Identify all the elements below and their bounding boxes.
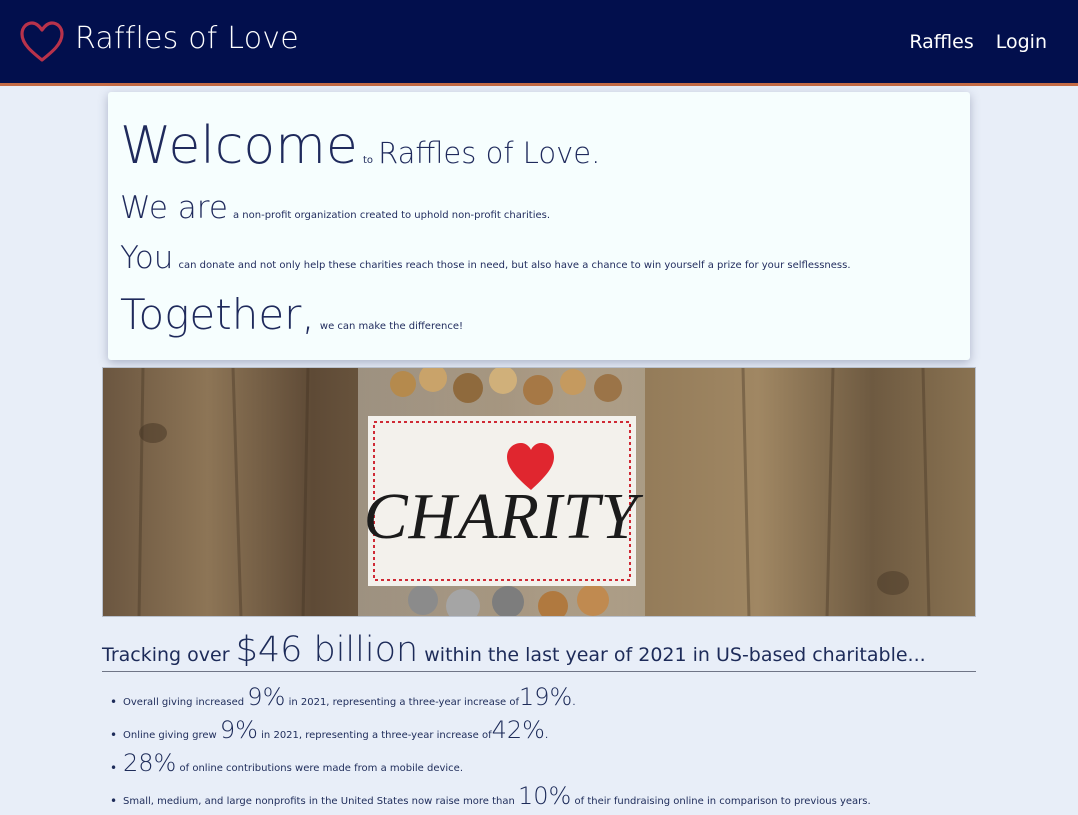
stat-percent-1: 28%	[123, 749, 177, 777]
stat-text-a: Online giving grew	[123, 730, 217, 741]
top-navbar: Raffles of Love Raffles Login	[0, 0, 1078, 86]
stat-text-a: Small, medium, and large nonprofits in t…	[123, 796, 515, 807]
stat-percent-1: 9%	[247, 683, 286, 711]
nav-raffles-link[interactable]: Raffles	[909, 28, 973, 56]
brand-title: Raffles of Love	[75, 20, 299, 56]
stats-prefix: Tracking over	[102, 644, 230, 666]
you-line: You can donate and not only help these c…	[120, 240, 851, 276]
stat-item: Online giving grew 9% in 2021, represent…	[102, 716, 976, 749]
welcome-brand-text: Raffles of Love.	[378, 136, 601, 170]
stat-text-b: of online contributions were made from a…	[179, 763, 464, 774]
charity-jar-image: CHARITY	[102, 367, 976, 617]
we-are-heading: We are	[120, 190, 228, 226]
stat-percent-2: 19%	[519, 683, 573, 711]
you-heading: You	[120, 240, 174, 276]
together-text: we can make the difference!	[319, 321, 463, 332]
stat-text-c: .	[572, 697, 576, 708]
stat-item: Small, medium, and large nonprofits in t…	[102, 782, 976, 815]
together-heading: Together,	[120, 290, 315, 339]
welcome-heading: Welcome	[120, 116, 358, 176]
together-line: Together, we can make the difference!	[120, 290, 463, 339]
stats-list: Overall giving increased 9% in 2021, rep…	[102, 683, 976, 815]
brand-link[interactable]: Raffles of Love	[18, 18, 299, 66]
stat-text-b: of their fundraising online in compariso…	[574, 796, 871, 807]
we-are-line: We are a non-profit organization created…	[120, 190, 550, 226]
stat-text-c: .	[544, 730, 549, 741]
stat-item: Overall giving increased 9% in 2021, rep…	[102, 683, 976, 716]
main-nav: Raffles Login	[909, 28, 1047, 56]
we-are-text: a non-profit organization created to uph…	[233, 210, 551, 221]
welcome-line: Welcome to Raffles of Love.	[120, 116, 600, 176]
hero-charity-label: CHARITY	[364, 480, 644, 553]
stat-item: 28% of online contributions were made fr…	[102, 749, 976, 782]
you-text: can donate and not only help these chari…	[178, 260, 851, 271]
stats-amount: $46 billion	[235, 630, 419, 670]
nav-login-link[interactable]: Login	[996, 28, 1047, 56]
stat-text-b: in 2021, representing a three-year incre…	[261, 730, 492, 741]
welcome-card: Welcome to Raffles of Love. We are a non…	[108, 92, 970, 360]
heart-outline-icon	[20, 21, 64, 62]
charity-jar-illustration: CHARITY	[103, 368, 975, 616]
stat-percent-2: 42%	[491, 716, 545, 744]
stat-text-b: in 2021, representing a three-year incre…	[288, 697, 520, 708]
welcome-to-text: to	[362, 155, 373, 166]
stats-suffix: within the last year of 2021 in US-based…	[424, 644, 926, 666]
stats-heading: Tracking over $46 billion within the las…	[102, 630, 976, 672]
stat-text-a: Overall giving increased	[123, 697, 245, 708]
stat-percent-1: 9%	[219, 716, 258, 744]
